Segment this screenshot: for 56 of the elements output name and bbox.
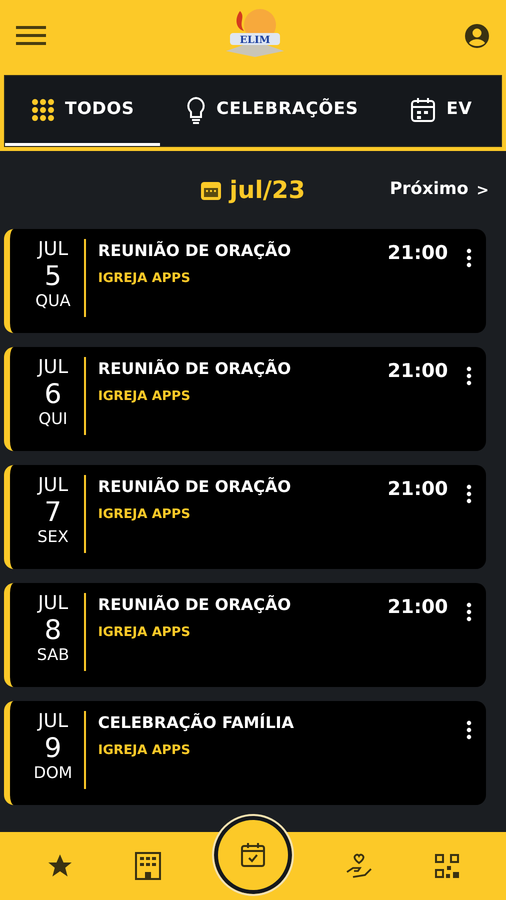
more-icon[interactable]: [466, 248, 472, 268]
event-weekday: QUI: [37, 410, 69, 428]
event-time: 21:00: [388, 359, 448, 384]
month-label: jul/23: [230, 175, 306, 206]
event-month: JUL: [36, 475, 70, 497]
event-time: 21:00: [388, 595, 448, 620]
event-day: 9: [30, 732, 76, 764]
event-title: REUNIÃO DE ORAÇÃO: [98, 240, 292, 262]
event-time: 21:00: [388, 241, 448, 266]
event-month: JUL: [36, 239, 70, 261]
category-tab[interactable]: TODOS: [5, 76, 160, 146]
hand-heart-icon: [344, 852, 373, 880]
event-title: REUNIÃO DE ORAÇÃO: [98, 594, 292, 616]
event-card[interactable]: JUL 8 SAB REUNIÃO DE ORAÇÃO IGREJA APPS 21:00: [4, 583, 486, 687]
event-card[interactable]: JUL 7 SEX REUNIÃO DE ORAÇÃO IGREJA APPS 21:00: [4, 465, 486, 569]
account-icon[interactable]: [464, 23, 490, 49]
event-card[interactable]: JUL 9 DOM CELEBRAÇÃO FAMÍLIA IGREJA APPS: [4, 701, 486, 805]
more-icon[interactable]: [466, 602, 472, 622]
more-icon[interactable]: [466, 366, 472, 386]
qr-code-icon: [434, 853, 460, 879]
event-weekday: SAB: [36, 646, 70, 664]
event-card[interactable]: JUL 6 QUI REUNIÃO DE ORAÇÃO IGREJA APPS 21:00: [4, 347, 486, 451]
event-day: 7: [30, 496, 76, 528]
event-title: REUNIÃO DE ORAÇÃO: [98, 476, 292, 498]
more-icon[interactable]: [466, 720, 472, 740]
event-month: JUL: [36, 593, 70, 615]
event-church: IGREJA APPS: [98, 742, 192, 760]
menu-icon[interactable]: [16, 26, 46, 46]
lightbulb-icon: [186, 96, 206, 124]
event-month: JUL: [36, 711, 70, 733]
event-day: 6: [30, 378, 76, 410]
calendar-icon: [410, 96, 436, 122]
grid-icon: [31, 98, 55, 122]
event-church: IGREJA APPS: [98, 506, 192, 524]
event-weekday: SEX: [36, 528, 70, 546]
next-button[interactable]: Próximo >: [388, 176, 490, 204]
building-icon: [135, 852, 162, 880]
more-icon[interactable]: [466, 484, 472, 504]
nav-button[interactable]: [218, 820, 288, 890]
logo: ELIM: [222, 5, 288, 67]
event-day: 5: [30, 260, 76, 292]
event-card[interactable]: JUL 5 QUA REUNIÃO DE ORAÇÃO IGREJA APPS 21:00: [4, 229, 486, 333]
event-church: IGREJA APPS: [98, 624, 192, 642]
event-time: 21:00: [388, 477, 448, 502]
calendar-check-icon: [240, 842, 266, 868]
event-church: IGREJA APPS: [98, 270, 192, 288]
event-church: IGREJA APPS: [98, 388, 192, 406]
event-weekday: DOM: [32, 764, 74, 782]
category-tab[interactable]: CELEBRAÇÕES: [160, 76, 384, 146]
event-month: JUL: [36, 357, 70, 379]
category-tab[interactable]: EV: [384, 76, 498, 146]
event-title: REUNIÃO DE ORAÇÃO: [98, 358, 292, 380]
event-day: 8: [30, 614, 76, 646]
calendar-icon: [200, 179, 222, 201]
event-title: CELEBRAÇÃO FAMÍLIA: [98, 712, 295, 734]
event-weekday: QUA: [34, 292, 72, 310]
